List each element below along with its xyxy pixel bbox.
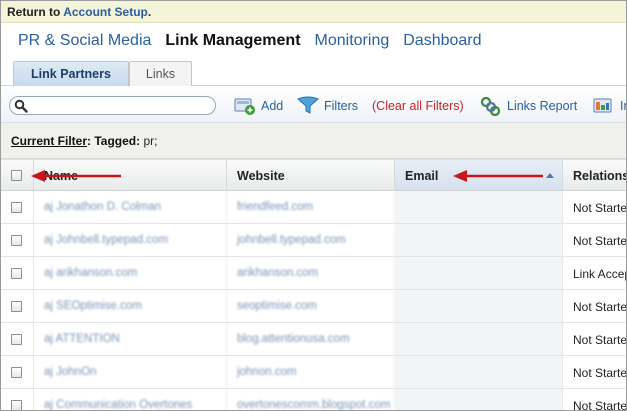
links-report-label: Links Report xyxy=(507,99,578,113)
row-website[interactable]: johnbell.typepad.com xyxy=(227,224,395,256)
tab-links[interactable]: Links xyxy=(129,61,192,86)
row-checkbox-cell xyxy=(1,323,34,355)
nav-link-management[interactable]: Link Management xyxy=(165,32,300,52)
report-icon xyxy=(593,98,612,113)
row-email xyxy=(395,290,563,322)
search-icon xyxy=(14,99,28,113)
row-name[interactable]: aj Johnbell.typepad.com xyxy=(34,224,227,256)
row-website[interactable]: seoptimise.com xyxy=(227,290,395,322)
row-checkbox-cell xyxy=(1,257,34,289)
column-header-name[interactable]: Name xyxy=(34,160,227,190)
column-header-relationship[interactable]: Relations xyxy=(563,160,626,190)
row-checkbox-cell xyxy=(1,356,34,388)
row-checkbox[interactable] xyxy=(11,334,22,345)
table-row[interactable]: aj SEOptimise.com seoptimise.com Not Sta… xyxy=(1,290,626,323)
row-name[interactable]: aj SEOptimise.com xyxy=(34,290,227,322)
row-relationship: Not Started xyxy=(563,290,626,322)
row-name[interactable]: aj ATTENTION xyxy=(34,323,227,355)
row-website[interactable]: johnon.com xyxy=(227,356,395,388)
filters-label: Filters xyxy=(324,99,359,113)
row-relationship: Link Accepted xyxy=(563,257,626,289)
search-input[interactable] xyxy=(32,98,210,113)
row-website[interactable]: blog.attentionusa.com xyxy=(227,323,395,355)
return-prefix: Return to xyxy=(7,5,61,19)
tagged-label: Tagged: xyxy=(94,134,141,148)
row-name[interactable]: aj Jonathon D. Colman xyxy=(34,191,227,223)
return-bar: Return to Account Setup. xyxy=(1,1,626,23)
row-checkbox[interactable] xyxy=(11,202,22,213)
nav-monitoring[interactable]: Monitoring xyxy=(315,32,390,52)
row-checkbox[interactable] xyxy=(11,301,22,312)
search-box[interactable] xyxy=(9,96,216,115)
table-row[interactable]: aj Jonathon D. Colman friendfeed.com Not… xyxy=(1,191,626,224)
nav-pr-social-media[interactable]: PR & Social Media xyxy=(18,32,151,52)
app-window: Return to Account Setup. PR & Social Med… xyxy=(0,0,627,411)
row-checkbox[interactable] xyxy=(11,367,22,378)
tagged-value: pr; xyxy=(143,134,158,148)
row-checkbox[interactable] xyxy=(11,235,22,246)
row-email xyxy=(395,257,563,289)
main-nav: PR & Social Media Link Management Monito… xyxy=(18,32,482,52)
row-checkbox-cell xyxy=(1,389,34,410)
row-checkbox[interactable] xyxy=(11,268,22,279)
table-row[interactable]: aj Communication Overtones overtonescomm… xyxy=(1,389,626,410)
row-relationship: Not Started xyxy=(563,224,626,256)
current-filter-label[interactable]: Current Filter xyxy=(11,134,87,148)
sub-tabs: Link Partners Links xyxy=(1,59,626,86)
return-suffix: . xyxy=(147,5,152,19)
link-partners-table: Name Website Email Relations aj Jonathon… xyxy=(1,159,626,410)
column-header-email[interactable]: Email xyxy=(395,160,563,190)
table-row[interactable]: aj Johnbell.typepad.com johnbell.typepad… xyxy=(1,224,626,257)
row-email xyxy=(395,224,563,256)
links-report-button[interactable]: Links Report xyxy=(480,96,577,116)
table-row[interactable]: aj ATTENTION blog.attentionusa.com Not S… xyxy=(1,323,626,356)
account-setup-link[interactable]: Account Setup xyxy=(63,5,148,19)
row-relationship: Not Started xyxy=(563,356,626,388)
row-checkbox-cell xyxy=(1,290,34,322)
row-name[interactable]: aj arikhanson.com xyxy=(34,257,227,289)
truncated-label: In xyxy=(620,99,626,113)
table-row[interactable]: aj JohnOn johnon.com Not Started xyxy=(1,356,626,389)
row-checkbox-cell xyxy=(1,224,34,256)
clear-filters-label: (Clear all Filters) xyxy=(372,99,464,113)
select-all-checkbox[interactable] xyxy=(11,170,22,181)
row-name[interactable]: aj Communication Overtones xyxy=(34,389,227,410)
row-website[interactable]: friendfeed.com xyxy=(227,191,395,223)
report-button-truncated[interactable]: In xyxy=(593,96,626,116)
row-email xyxy=(395,389,563,410)
row-website[interactable]: arikhanson.com xyxy=(227,257,395,289)
add-button[interactable]: Add xyxy=(234,96,283,116)
row-relationship: Not Started xyxy=(563,389,626,410)
current-filter-colon: : xyxy=(87,134,92,148)
current-filter-bar: Current Filter: Tagged: pr; xyxy=(1,123,626,159)
row-relationship: Not Started xyxy=(563,191,626,223)
row-checkbox-cell xyxy=(1,191,34,223)
funnel-icon xyxy=(297,96,319,114)
table-row[interactable]: aj arikhanson.com arikhanson.com Link Ac… xyxy=(1,257,626,290)
row-email xyxy=(395,356,563,388)
row-email xyxy=(395,191,563,223)
add-partner-icon xyxy=(234,98,255,115)
links-report-icon xyxy=(480,96,501,116)
row-checkbox[interactable] xyxy=(11,400,22,410)
clear-filters-link[interactable]: (Clear all Filters) xyxy=(372,96,464,116)
tab-link-partners[interactable]: Link Partners xyxy=(13,61,129,86)
row-email xyxy=(395,323,563,355)
column-header-website[interactable]: Website xyxy=(227,160,395,190)
toolbar: Add Filters (Clear all Filters) Links Re… xyxy=(1,87,626,123)
select-all-cell xyxy=(1,160,34,190)
add-label: Add xyxy=(261,99,284,113)
email-header-label: Email xyxy=(405,169,439,183)
table-header: Name Website Email Relations xyxy=(1,159,626,191)
sort-ascending-icon xyxy=(546,173,554,178)
row-name[interactable]: aj JohnOn xyxy=(34,356,227,388)
row-website[interactable]: overtonescomm.blogspot.com xyxy=(227,389,395,410)
row-relationship: Not Started xyxy=(563,323,626,355)
nav-dashboard[interactable]: Dashboard xyxy=(403,32,481,52)
filters-button[interactable]: Filters xyxy=(297,96,358,116)
